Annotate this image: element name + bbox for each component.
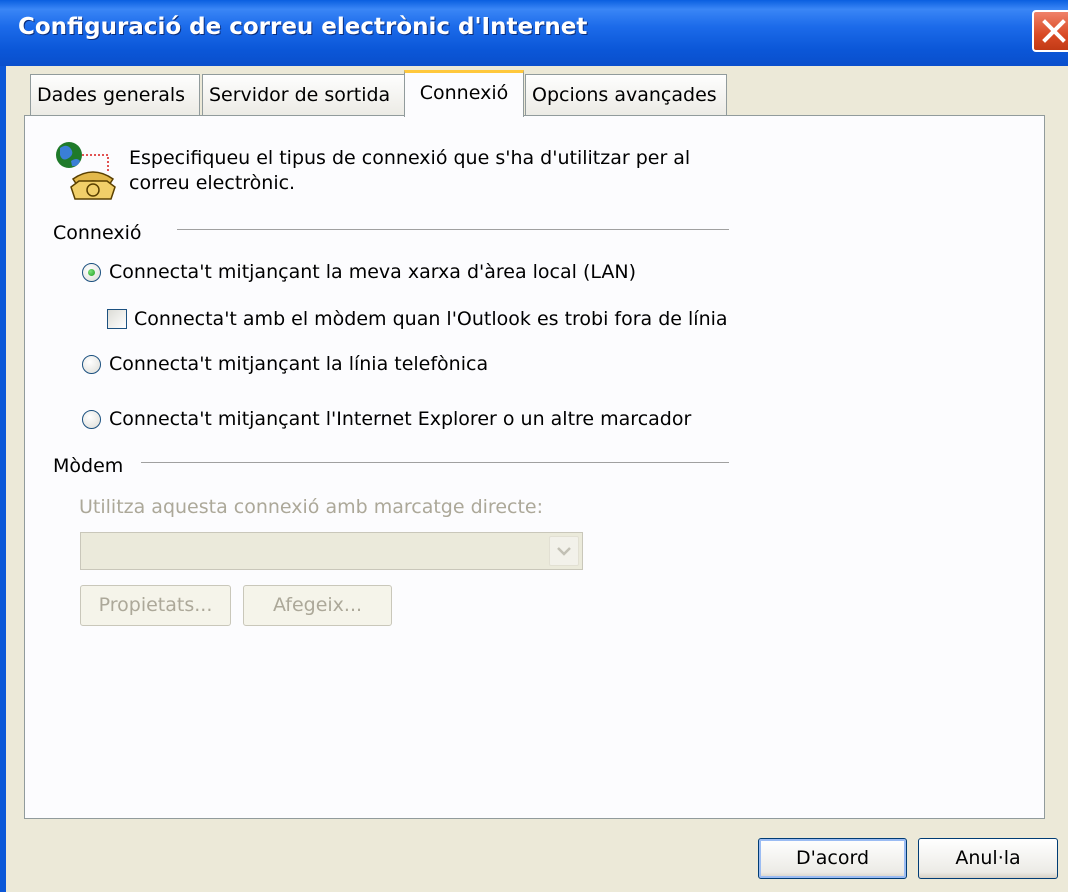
title-bar: Configuració de correu electrònic d'Inte… xyxy=(0,0,1068,66)
tab-page-connection: Especifiqueu el tipus de connexió que s'… xyxy=(24,115,1045,819)
radio-phone-line[interactable] xyxy=(82,355,101,374)
modem-group-label: Mòdem xyxy=(53,455,124,477)
tab-label: Connexió xyxy=(419,82,509,104)
cancel-button[interactable]: Anul·la xyxy=(918,838,1058,879)
checkbox-modem-offline-label[interactable]: Connecta't amb el mòdem quan l'Outlook e… xyxy=(134,308,728,330)
chevron-down-icon xyxy=(557,547,571,556)
radio-ie-dialer-label[interactable]: Connecta't mitjançant l'Internet Explore… xyxy=(109,408,691,430)
tab-connection[interactable]: Connexió xyxy=(404,70,524,117)
ok-button[interactable]: D'acord xyxy=(758,838,907,879)
window-title: Configuració de correu electrònic d'Inte… xyxy=(18,14,588,40)
close-button[interactable] xyxy=(1032,10,1068,52)
connection-group-label: Connexió xyxy=(53,222,142,244)
radio-phone-line-label[interactable]: Connecta't mitjançant la línia telefònic… xyxy=(109,353,488,375)
dropdown-button[interactable] xyxy=(549,536,579,566)
tab-label: Servidor de sortida xyxy=(209,84,391,106)
intro-text-line1: Especifiqueu el tipus de connexió que s'… xyxy=(129,147,691,169)
dial-connection-select[interactable] xyxy=(80,532,583,570)
connection-group-divider xyxy=(177,229,729,230)
tab-advanced[interactable]: Opcions avançades xyxy=(525,74,727,115)
tab-label: Dades generals xyxy=(37,84,186,106)
radio-lan-label[interactable]: Connecta't mitjançant la meva xarxa d'àr… xyxy=(109,261,636,283)
radio-ie-dialer[interactable] xyxy=(82,410,101,429)
tab-outgoing-server[interactable]: Servidor de sortida xyxy=(202,74,405,115)
add-button[interactable]: Afegeix... xyxy=(243,585,392,626)
tab-label: Opcions avançades xyxy=(532,84,717,106)
close-icon xyxy=(1042,19,1066,43)
radio-lan[interactable] xyxy=(82,263,101,282)
checkbox-modem-offline[interactable] xyxy=(107,309,127,329)
tab-general[interactable]: Dades generals xyxy=(30,74,200,115)
dial-connection-label: Utilitza aquesta connexió amb marcatge d… xyxy=(79,496,543,518)
modem-group-divider xyxy=(141,462,729,463)
intro-text-line2: correu electrònic. xyxy=(129,172,296,194)
properties-button[interactable]: Propietats... xyxy=(80,585,231,626)
phone-globe-icon xyxy=(56,142,116,200)
window-frame xyxy=(0,66,6,892)
